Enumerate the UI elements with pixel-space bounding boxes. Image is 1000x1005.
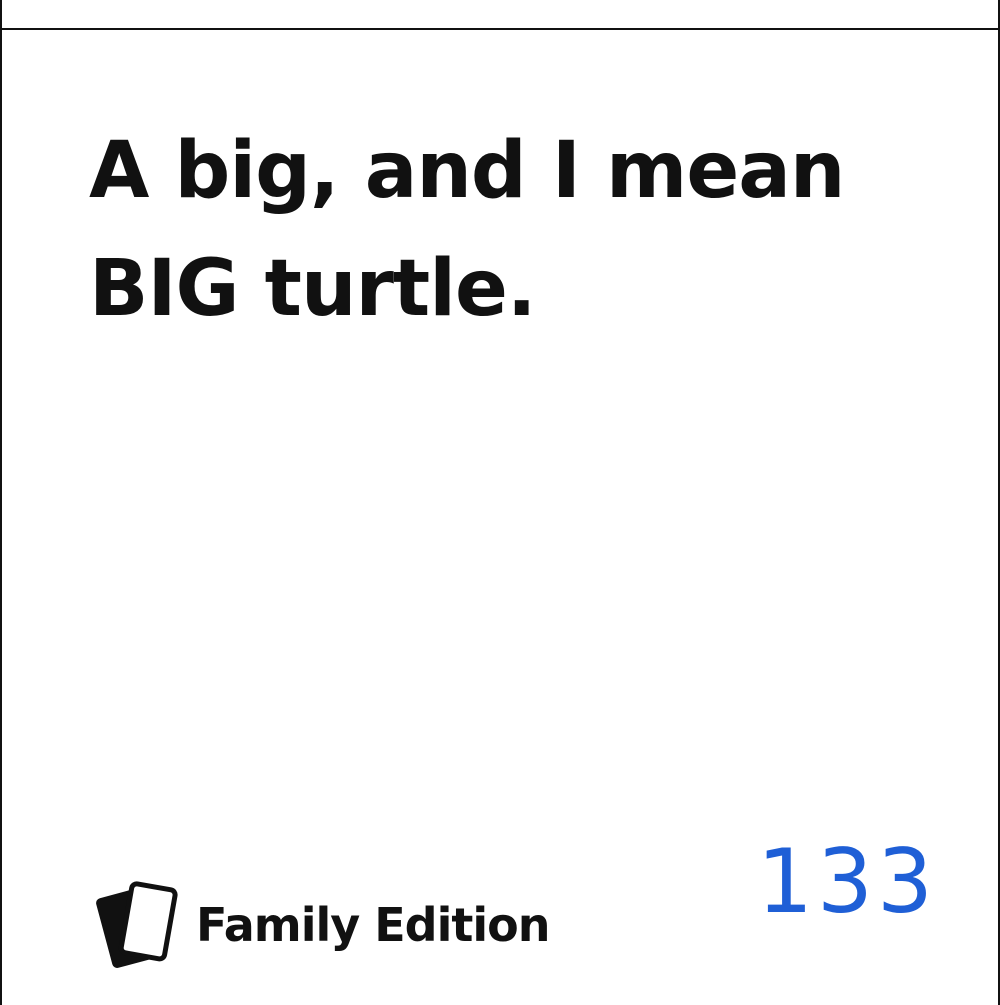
card-number: 133: [757, 830, 937, 933]
edition-label: Family Edition: [196, 898, 550, 952]
stacked-cards-icon: [96, 881, 178, 968]
edition-brand: Family Edition: [90, 878, 550, 968]
answer-card[interactable]: A big, and I mean BIG turtle. Family Edi…: [0, 30, 1000, 1005]
previous-card-edge: [0, 0, 1000, 30]
card-text: A big, and I mean BIG turtle.: [89, 126, 845, 334]
